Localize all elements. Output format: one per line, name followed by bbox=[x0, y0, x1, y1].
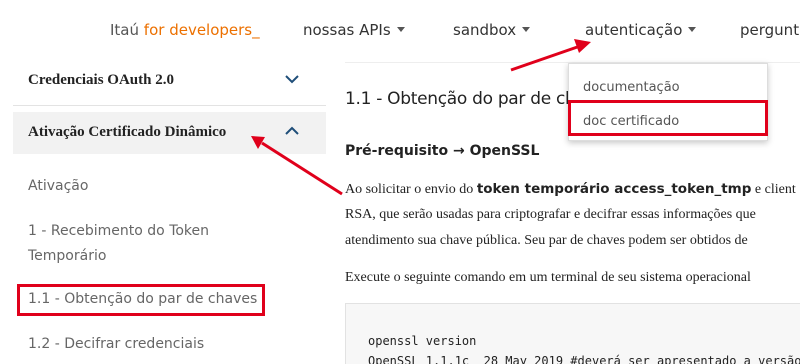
code-line: openssl version bbox=[368, 334, 477, 348]
highlight-box bbox=[17, 284, 265, 316]
sidebar-link-ativacao[interactable]: Ativação bbox=[28, 174, 88, 199]
link-line: Temporário bbox=[28, 248, 107, 264]
code-block: openssl version OpenSSL 1.1.1c 28 May 20… bbox=[345, 303, 800, 364]
text-run: Ao solicitar o envio do bbox=[345, 182, 477, 197]
nav-sandbox[interactable]: sandbox bbox=[453, 21, 531, 39]
nav-label: nossas APIs bbox=[303, 21, 391, 39]
paragraph-line: atendimento sua chave pública. Seu par d… bbox=[345, 233, 748, 248]
caret-down-icon bbox=[396, 27, 405, 32]
highlight-box bbox=[568, 100, 768, 136]
prerequisite-heading: Pré-requisito → OpenSSL bbox=[345, 143, 540, 159]
caret-down-icon bbox=[688, 27, 697, 32]
nav-label: perguntas bbox=[740, 21, 800, 39]
nav-perguntas[interactable]: perguntas bbox=[740, 21, 800, 39]
brand-prefix: Itaú bbox=[110, 21, 140, 39]
sidebar-link-recebimento-token[interactable]: 1 - Recebimento do Token Temporário bbox=[28, 219, 209, 269]
paragraph-line: RSA, que serão usadas para criptografar … bbox=[345, 207, 756, 222]
paragraph-line: Ao solicitar o envio do token temporário… bbox=[345, 176, 800, 203]
sidebar-link-decifrar-credenciais[interactable]: 1.2 - Decifrar credenciais bbox=[28, 332, 204, 357]
caret-down-icon bbox=[522, 27, 531, 32]
menu-item-documentacao[interactable]: documentação bbox=[583, 80, 680, 95]
nav-nossas-apis[interactable]: nossas APIs bbox=[303, 21, 405, 39]
brand-logo[interactable]: Itaú for developers_ bbox=[110, 21, 260, 39]
token-term: token temporário access_token_tmp bbox=[476, 181, 752, 197]
nav-label: sandbox bbox=[453, 21, 517, 39]
nav-autenticacao[interactable]: autenticação bbox=[585, 21, 697, 39]
sidebar: Credenciais OAuth 2.0 Ativação Certifica… bbox=[13, 62, 326, 364]
brand-accent: for developers_ bbox=[143, 21, 260, 39]
sidebar-section-oauth[interactable]: Credenciais OAuth 2.0 bbox=[13, 62, 326, 106]
paragraph-line: Execute o seguinte comando em um termina… bbox=[345, 270, 751, 285]
code-line: OpenSSL 1.1.1c 28 May 2019 #deverá ser a… bbox=[368, 354, 800, 364]
nav-label: autenticação bbox=[585, 21, 683, 39]
section-title: Credenciais OAuth 2.0 bbox=[28, 72, 174, 88]
link-line: 1 - Recebimento do Token bbox=[28, 223, 210, 239]
top-navbar: Itaú for developers_ nossas APIs sandbox… bbox=[0, 0, 800, 62]
chevron-down-icon[interactable] bbox=[285, 72, 299, 86]
section-title: Ativação Certificado Dinâmico bbox=[28, 124, 227, 140]
chevron-up-icon[interactable] bbox=[285, 124, 299, 138]
sidebar-section-ativacao[interactable]: Ativação Certificado Dinâmico bbox=[13, 112, 326, 154]
text-run: e client bbox=[751, 182, 796, 197]
